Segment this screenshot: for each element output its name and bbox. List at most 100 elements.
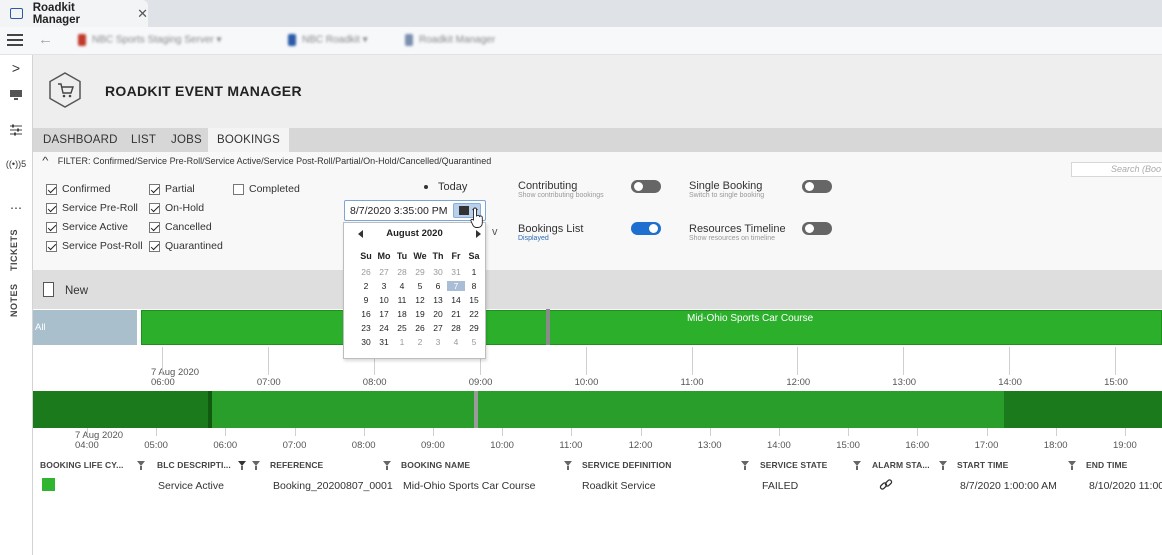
- single-booking-switch[interactable]: [802, 180, 832, 193]
- hamburger-menu-icon[interactable]: [7, 34, 23, 46]
- calendar-day[interactable]: 26: [411, 323, 429, 333]
- next-month-icon[interactable]: [476, 230, 481, 238]
- filter-funnel-icon[interactable]: [853, 461, 861, 470]
- calendar-day[interactable]: 28: [447, 323, 465, 333]
- checkbox-service-active[interactable]: Service Active: [46, 221, 128, 233]
- tab-list[interactable]: LIST: [131, 128, 156, 152]
- contributing-switch[interactable]: [631, 180, 661, 193]
- calendar-day[interactable]: 23: [357, 323, 375, 333]
- checkbox-box[interactable]: [233, 183, 244, 195]
- calendar-day[interactable]: 29: [465, 323, 483, 333]
- tickets-tab[interactable]: TICKETS: [9, 229, 19, 271]
- calendar-day[interactable]: 30: [429, 267, 447, 277]
- sliders-icon[interactable]: [0, 123, 32, 140]
- checkbox-service-pre-roll[interactable]: Service Pre-Roll: [46, 202, 138, 214]
- calendar-day[interactable]: 24: [375, 323, 393, 333]
- col-start-time[interactable]: START TIME: [957, 460, 1008, 470]
- calendar-day[interactable]: 9: [357, 295, 375, 305]
- new-button[interactable]: New: [65, 285, 88, 297]
- notes-tab[interactable]: NOTES: [9, 283, 19, 317]
- calendar-day[interactable]: 12: [411, 295, 429, 305]
- filter-summary[interactable]: ^ FILTER: Confirmed/Service Pre-Roll/Serv…: [42, 156, 491, 167]
- new-document-icon[interactable]: [43, 282, 54, 297]
- calendar-day[interactable]: 21: [447, 309, 465, 319]
- filter-funnel-icon[interactable]: [252, 461, 260, 470]
- calendar-day[interactable]: 7: [447, 281, 465, 291]
- checkbox-completed[interactable]: Completed: [233, 183, 300, 195]
- sort-desc-icon[interactable]: [238, 461, 246, 470]
- collapse-chevron-icon[interactable]: ^: [42, 156, 48, 167]
- filter-funnel-icon[interactable]: [1068, 461, 1076, 470]
- resources-timeline-switch[interactable]: [802, 222, 832, 235]
- calendar-day[interactable]: 4: [393, 281, 411, 291]
- resource-band[interactable]: [33, 391, 1162, 428]
- calendar-day[interactable]: 18: [393, 309, 411, 319]
- calendar-day[interactable]: 25: [393, 323, 411, 333]
- filter-funnel-icon[interactable]: [137, 461, 145, 470]
- checkbox-partial[interactable]: Partial: [149, 183, 195, 195]
- calendar-day[interactable]: 5: [411, 281, 429, 291]
- checkbox-box[interactable]: [149, 202, 160, 214]
- calendar-day[interactable]: 26: [357, 267, 375, 277]
- checkbox-box[interactable]: [46, 240, 57, 252]
- col-booking-life-cycle[interactable]: BOOKING LIFE CY...: [40, 460, 124, 470]
- calendar-day[interactable]: 8: [465, 281, 483, 291]
- checkbox-box[interactable]: [149, 221, 160, 233]
- calendar-day[interactable]: 11: [393, 295, 411, 305]
- col-service-state[interactable]: SERVICE STATE: [760, 460, 827, 470]
- calendar-day[interactable]: 19: [411, 309, 429, 319]
- checkbox-box[interactable]: [149, 240, 160, 252]
- calendar-day[interactable]: 2: [357, 281, 375, 291]
- back-arrow-icon[interactable]: ←: [38, 31, 53, 48]
- calendar-day[interactable]: 27: [429, 323, 447, 333]
- calendar-day[interactable]: 16: [357, 309, 375, 319]
- checkbox-quarantined[interactable]: Quarantined: [149, 240, 223, 252]
- calendar-day[interactable]: 31: [375, 337, 393, 347]
- more-icon[interactable]: ⋯: [0, 201, 32, 215]
- browser-tab[interactable]: Roadkit Manager ✕: [0, 0, 148, 27]
- calendar-day[interactable]: 30: [357, 337, 375, 347]
- breadcrumb-manager[interactable]: Roadkit Manager: [405, 34, 495, 46]
- breadcrumb-server[interactable]: NBC Sports Staging Server ▾: [78, 34, 222, 46]
- col-reference[interactable]: REFERENCE: [270, 460, 323, 470]
- calendar-day[interactable]: 2: [411, 337, 429, 347]
- calendar-day[interactable]: 14: [447, 295, 465, 305]
- calendar-day[interactable]: 17: [375, 309, 393, 319]
- calendar-day[interactable]: 27: [375, 267, 393, 277]
- col-booking-name[interactable]: BOOKING NAME: [401, 460, 470, 470]
- checkbox-box[interactable]: [149, 183, 160, 195]
- monitor-icon[interactable]: [0, 89, 32, 104]
- calendar-day[interactable]: 1: [465, 267, 483, 277]
- link-icon[interactable]: [879, 478, 893, 492]
- col-blc-description[interactable]: BLC DESCRIPTI...: [157, 460, 231, 470]
- calendar-day[interactable]: 10: [375, 295, 393, 305]
- checkbox-service-post-roll[interactable]: Service Post-Roll: [46, 240, 143, 252]
- calendar-day[interactable]: 15: [465, 295, 483, 305]
- filter-funnel-icon[interactable]: [383, 461, 391, 470]
- col-alarm-state[interactable]: ALARM STA...: [872, 460, 930, 470]
- calendar-month-label[interactable]: August 2020: [344, 228, 485, 239]
- calendar-day[interactable]: 31: [447, 267, 465, 277]
- table-row[interactable]: Service Active Booking_20200807_0001 Mid…: [33, 476, 1162, 496]
- all-label[interactable]: All: [33, 310, 137, 345]
- expand-chevron-icon[interactable]: >: [0, 60, 32, 76]
- calendar-day[interactable]: 13: [429, 295, 447, 305]
- tab-jobs[interactable]: JOBS: [171, 128, 202, 152]
- calendar-day[interactable]: 20: [429, 309, 447, 319]
- calendar-day[interactable]: 3: [429, 337, 447, 347]
- filter-funnel-icon[interactable]: [939, 461, 947, 470]
- filter-funnel-icon[interactable]: [564, 461, 572, 470]
- calendar-day[interactable]: 1: [393, 337, 411, 347]
- checkbox-on-hold[interactable]: On-Hold: [149, 202, 204, 214]
- checkbox-box[interactable]: [46, 183, 57, 195]
- checkbox-box[interactable]: [46, 221, 57, 233]
- calendar-day[interactable]: 22: [465, 309, 483, 319]
- checkbox-cancelled[interactable]: Cancelled: [149, 221, 212, 233]
- signal-alerts[interactable]: ((•))5: [0, 159, 32, 169]
- calendar-day[interactable]: 4: [447, 337, 465, 347]
- col-service-definition[interactable]: SERVICE DEFINITION: [582, 460, 672, 470]
- col-end-time[interactable]: END TIME: [1086, 460, 1127, 470]
- breadcrumb-roadkit[interactable]: NBC Roadkit ▾: [288, 34, 368, 46]
- filter-funnel-icon[interactable]: [741, 461, 749, 470]
- tab-bookings[interactable]: BOOKINGS: [208, 128, 289, 152]
